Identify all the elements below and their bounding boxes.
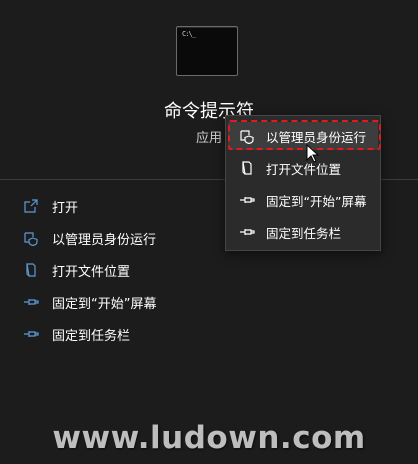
file-location-icon <box>236 157 258 179</box>
mouse-cursor-icon <box>306 144 320 163</box>
shield-icon <box>20 227 42 249</box>
action-pin-to-taskbar[interactable]: 固定到任务栏 <box>14 320 214 348</box>
highlight-annotation <box>228 120 381 150</box>
action-pin-to-start-label: 固定到“开始”屏幕 <box>52 296 157 312</box>
menu-item-pin-to-taskbar[interactable]: 固定到任务栏 <box>228 218 378 246</box>
action-run-as-admin[interactable]: 以管理员身份运行 <box>14 224 214 252</box>
menu-item-open-file-location[interactable]: 打开文件位置 <box>228 154 378 182</box>
action-open-file-location-label: 打开文件位置 <box>52 264 131 280</box>
command-prompt-icon: C:\_ <box>176 26 238 76</box>
app-type: 应用 <box>196 131 223 146</box>
prompt-glyph: C:\_ <box>182 30 196 38</box>
pin-icon <box>20 291 42 313</box>
action-open-label: 打开 <box>52 200 79 216</box>
pin-icon <box>20 323 42 345</box>
pin-icon <box>236 189 258 211</box>
menu-item-pin-to-start-label: 固定到“开始”屏幕 <box>266 193 367 209</box>
menu-item-pin-to-start[interactable]: 固定到“开始”屏幕 <box>228 186 378 214</box>
action-pin-to-start[interactable]: 固定到“开始”屏幕 <box>14 288 214 316</box>
action-open[interactable]: 打开 <box>14 192 214 220</box>
pin-icon <box>236 221 258 243</box>
menu-item-pin-to-taskbar-label: 固定到任务栏 <box>266 225 342 241</box>
action-open-file-location[interactable]: 打开文件位置 <box>14 256 214 284</box>
watermark: www.ludown.com <box>52 420 366 456</box>
action-run-as-admin-label: 以管理员身份运行 <box>52 232 157 248</box>
file-location-icon <box>20 259 42 281</box>
menu-item-open-file-location-label: 打开文件位置 <box>266 161 342 177</box>
open-icon <box>20 195 42 217</box>
action-pin-to-taskbar-label: 固定到任务栏 <box>52 328 131 344</box>
